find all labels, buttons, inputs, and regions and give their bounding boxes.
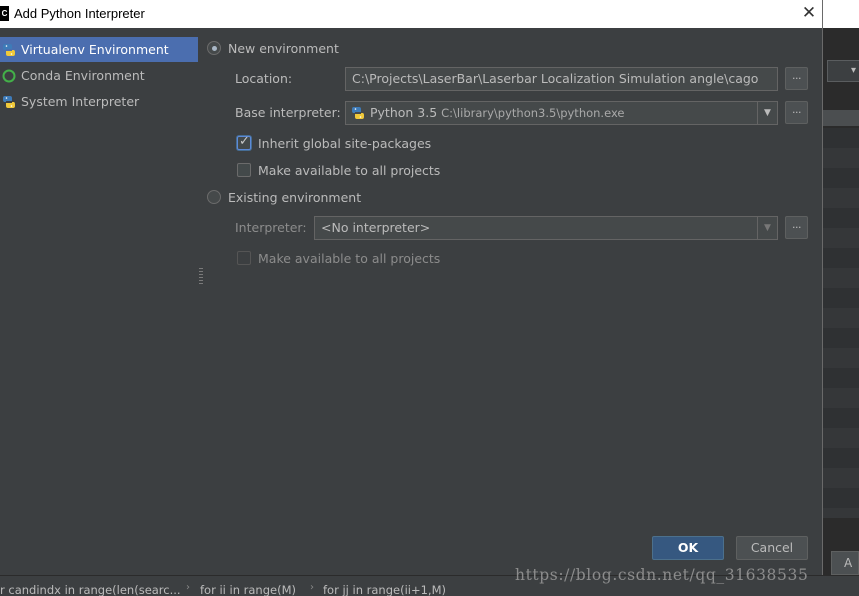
background-table-rows: [823, 128, 859, 518]
base-interpreter-select[interactable]: Python 3.5 C:\library\python3.5\python.e…: [345, 101, 778, 125]
breadcrumb-item[interactable]: for ii in range(M): [200, 583, 296, 596]
python-icon: [351, 107, 365, 119]
location-label: Location:: [235, 71, 293, 86]
chevron-down-icon[interactable]: ▼: [757, 217, 777, 239]
existing-interpreter-select[interactable]: <No interpreter> ▼: [314, 216, 778, 240]
chevron-down-icon[interactable]: ▼: [757, 102, 777, 124]
base-interpreter-path: C:\library\python3.5\python.exe: [441, 106, 625, 120]
breadcrumb-item[interactable]: r candindx in range(len(searc...: [0, 583, 181, 596]
base-interpreter-name: Python 3.5: [370, 105, 442, 120]
location-browse-button[interactable]: ...: [785, 67, 808, 90]
interpreter-label: Interpreter:: [235, 220, 307, 235]
close-icon[interactable]: ✕: [800, 3, 818, 23]
sidebar-item-system-interpreter[interactable]: System Interpreter: [0, 89, 198, 114]
watermark-text: https://blog.csdn.net/qq_31638535: [515, 566, 809, 584]
python-icon: [2, 96, 16, 108]
ok-button[interactable]: OK: [652, 536, 724, 560]
breadcrumb-separator-icon: ›: [310, 582, 314, 593]
background-ide-panel: ▾ A: [823, 0, 859, 575]
existing-environment-radio[interactable]: [207, 190, 221, 204]
existing-interpreter-browse-button[interactable]: ...: [785, 216, 808, 239]
app-icon: C: [0, 6, 9, 21]
new-environment-label[interactable]: New environment: [228, 41, 339, 56]
sidebar-item-label: Virtualenv Environment: [21, 42, 169, 57]
dialog-titlebar: C Add Python Interpreter ✕: [0, 0, 822, 28]
virtualenv-icon: [2, 44, 16, 56]
breadcrumb-item[interactable]: for jj in range(ii+1,M): [323, 583, 446, 596]
chevron-down-icon: ▾: [851, 65, 857, 76]
sidebar-item-label: System Interpreter: [21, 94, 140, 109]
conda-icon: [2, 69, 16, 83]
inherit-site-packages-checkbox[interactable]: [237, 134, 251, 150]
splitter-handle[interactable]: [199, 268, 203, 286]
add-python-interpreter-dialog: C Add Python Interpreter ✕ Virtualenv En…: [0, 0, 823, 575]
existing-make-available-checkbox[interactable]: [237, 251, 251, 265]
make-available-label[interactable]: Make available to all projects: [258, 163, 440, 178]
background-table-header: [823, 110, 859, 126]
make-available-checkbox[interactable]: [237, 163, 251, 177]
existing-interpreter-value: <No interpreter>: [321, 220, 431, 235]
interpreter-type-sidebar: Virtualenv Environment Conda Environment…: [0, 28, 198, 575]
cancel-button[interactable]: Cancel: [736, 536, 808, 560]
sidebar-item-label: Conda Environment: [21, 68, 145, 83]
inherit-site-packages-label[interactable]: Inherit global site-packages: [258, 136, 431, 151]
existing-environment-label[interactable]: Existing environment: [228, 190, 361, 205]
location-input[interactable]: C:\Projects\LaserBar\Laserbar Localizati…: [345, 67, 778, 91]
background-titlebar: [823, 0, 859, 28]
dialog-title: Add Python Interpreter: [14, 6, 145, 21]
background-partial-button: A: [831, 551, 859, 575]
new-environment-radio[interactable]: [207, 41, 221, 55]
existing-make-available-label: Make available to all projects: [258, 251, 441, 266]
base-interpreter-label: Base interpreter:: [235, 105, 341, 120]
sidebar-item-virtualenv[interactable]: Virtualenv Environment: [0, 37, 198, 62]
breadcrumb-separator-icon: ›: [186, 582, 190, 593]
base-interpreter-browse-button[interactable]: ...: [785, 101, 808, 124]
sidebar-item-conda[interactable]: Conda Environment: [0, 63, 198, 88]
